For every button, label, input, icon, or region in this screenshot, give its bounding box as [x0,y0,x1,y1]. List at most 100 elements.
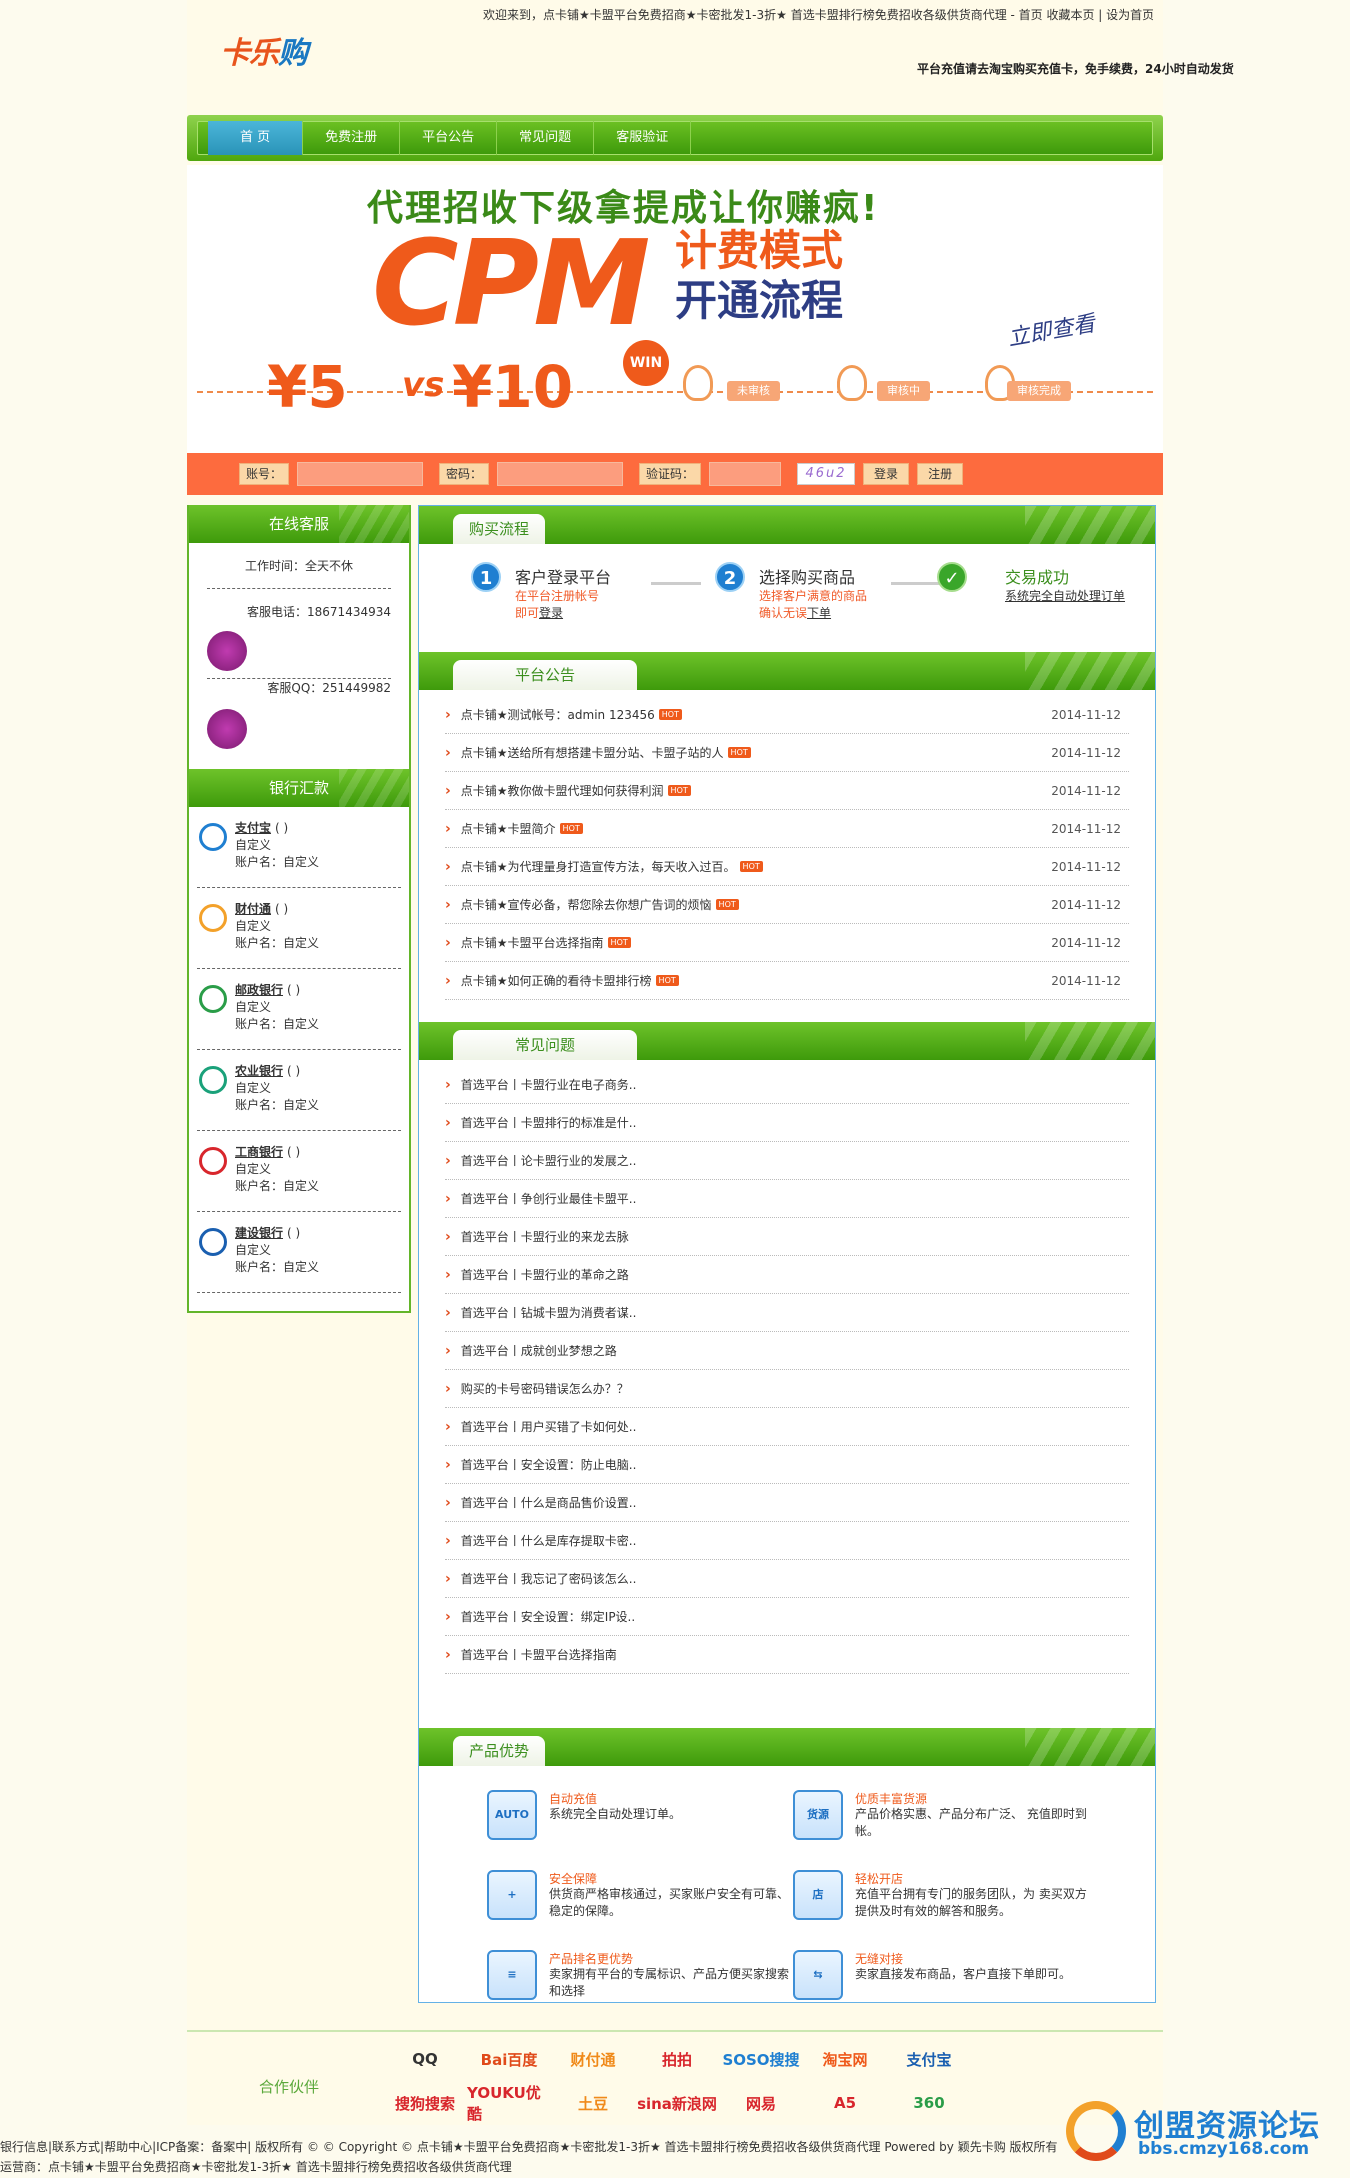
faq-row[interactable]: 首选平台丨争创行业最佳卡盟平.. [445,1180,1129,1218]
password-input[interactable] [497,462,624,486]
bank-name-link[interactable]: 建设银行 [235,1226,283,1240]
faq-row[interactable]: 首选平台丨安全设置：防止电脑.. [445,1446,1129,1484]
notice-row[interactable]: 点卡铺★教你做卡盟代理如何获得利润HOT 2014-11-12 [445,772,1129,810]
site-logo[interactable]: 卡乐购 [220,28,308,72]
partner-logo[interactable]: 拍拍 [635,2044,719,2074]
partner-logo[interactable]: QQ [383,2044,467,2074]
login-button[interactable]: 登录 [863,463,910,485]
nav-item[interactable]: 客服验证 [594,121,692,155]
faq-row[interactable]: 首选平台丨卡盟平台选择指南 [445,1636,1129,1674]
captcha-input[interactable] [709,462,782,486]
advantage-title: 优质丰富货源 [855,1792,928,1806]
partner-logo[interactable]: 360 [887,2088,971,2118]
faq-row[interactable]: 首选平台丨我忘记了密码该怎么.. [445,1560,1129,1598]
top-welcome-links[interactable]: 欢迎来到，点卡铺★卡盟平台免费招商★卡密批发1-3折★ 首选卡盟排行榜免费招收各… [483,6,1153,23]
bank-name[interactable]: 邮政银行 ( ) [235,981,300,998]
notice-title[interactable]: 点卡铺★如何正确的看待卡盟排行榜 [461,972,652,989]
partner-logo[interactable]: YOUKU优酷 [467,2084,551,2123]
faq-tab[interactable]: 常见问题 [453,1030,638,1060]
account-input[interactable] [297,462,424,486]
notice-title[interactable]: 点卡铺★卡盟简介 [461,820,556,837]
nav-item[interactable]: 常见问题 [497,121,595,155]
partner-logo[interactable]: sina新浪网 [635,2088,719,2118]
partner-logo[interactable]: 土豆 [551,2088,635,2118]
bank-name[interactable]: 建设银行 ( ) [235,1224,300,1241]
faq-row[interactable]: 首选平台丨卡盟行业在电子商务.. [445,1066,1129,1104]
captcha-image[interactable]: 46u2 [797,463,856,485]
partner-logo[interactable]: SOSO搜搜 [719,2044,803,2074]
bank-name-link[interactable]: 农业银行 [235,1064,283,1078]
faq-title[interactable]: 首选平台丨卡盟行业的革命之路 [461,1266,629,1283]
faq-title[interactable]: 首选平台丨争创行业最佳卡盟平.. [461,1190,637,1207]
partner-logo[interactable]: 支付宝 [887,2044,971,2074]
notice-row[interactable]: 点卡铺★宣传必备，帮您除去你想广告词的烦恼HOT 2014-11-12 [445,886,1129,924]
notice-row[interactable]: 点卡铺★送给所有想搭建卡盟分站、卡盟子站的人HOT 2014-11-12 [445,734,1129,772]
faq-title[interactable]: 首选平台丨卡盟行业的来龙去脉 [461,1228,629,1245]
bank-name-suffix: ( ) [275,821,289,835]
faq-title[interactable]: 首选平台丨卡盟平台选择指南 [461,1646,617,1663]
partner-logo[interactable]: Bai百度 [467,2044,551,2074]
partner-logo[interactable]: A5 [803,2088,887,2118]
notice-title[interactable]: 点卡铺★送给所有想搭建卡盟分站、卡盟子站的人 [461,744,724,761]
nav-item[interactable]: 首 页 [208,121,304,155]
faq-title[interactable]: 购买的卡号密码错误怎么办？？ [461,1380,629,1397]
notice-row[interactable]: 点卡铺★为代理量身打造宣传方法，每天收入过百。HOT 2014-11-12 [445,848,1129,886]
step-2-order-link[interactable]: 下单 [807,606,831,620]
partner-logo[interactable]: 搜狗搜索 [383,2088,467,2118]
faq-row[interactable]: 首选平台丨用户买错了卡如何处.. [445,1408,1129,1446]
faq-row[interactable]: 首选平台丨卡盟排行的标准是什.. [445,1104,1129,1142]
nav-item[interactable]: 平台公告 [400,121,498,155]
faq-title[interactable]: 首选平台丨我忘记了密码该怎么.. [461,1570,637,1587]
bank-name-link[interactable]: 工商银行 [235,1145,283,1159]
faq-title[interactable]: 首选平台丨什么是商品售价设置.. [461,1494,637,1511]
faq-row[interactable]: 首选平台丨安全设置：绑定IP设.. [445,1598,1129,1636]
partner-logo[interactable]: 淘宝网 [803,2044,887,2074]
faq-title[interactable]: 首选平台丨安全设置：防止电脑.. [461,1456,637,1473]
faq-row[interactable]: 首选平台丨什么是库存提取卡密.. [445,1522,1129,1560]
bank-name-link[interactable]: 邮政银行 [235,983,283,997]
partner-logo[interactable]: 财付通 [551,2044,635,2074]
bank-name-link[interactable]: 财付通 [235,902,271,916]
phone-icon[interactable] [207,631,247,671]
bank-name[interactable]: 支付宝 ( ) [235,819,288,836]
step-1-login-link[interactable]: 登录 [539,606,563,620]
faq-title[interactable]: 首选平台丨什么是库存提取卡密.. [461,1532,637,1549]
notice-title[interactable]: 点卡铺★教你做卡盟代理如何获得利润 [461,782,664,799]
banner-win-badge: WIN [623,340,669,386]
notice-title[interactable]: 点卡铺★测试帐号：admin 123456 [461,706,655,723]
bank-name[interactable]: 财付通 ( ) [235,900,288,917]
nav-item[interactable]: 免费注册 [303,121,401,155]
notice-row[interactable]: 点卡铺★卡盟简介HOT 2014-11-12 [445,810,1129,848]
bank-name-link[interactable]: 支付宝 [235,821,271,835]
page-wrapper: 卡乐购 欢迎来到，点卡铺★卡盟平台免费招商★卡密批发1-3折★ 首选卡盟排行榜免… [187,0,1234,2030]
faq-title[interactable]: 首选平台丨卡盟行业在电子商务.. [461,1076,637,1093]
faq-row[interactable]: 购买的卡号密码错误怎么办？？ [445,1370,1129,1408]
notice-title[interactable]: 点卡铺★宣传必备，帮您除去你想广告词的烦恼 [461,896,712,913]
faq-title[interactable]: 首选平台丨钻城卡盟为消费者谋.. [461,1304,637,1321]
notice-row[interactable]: 点卡铺★测试帐号：admin 123456HOT 2014-11-12 [445,696,1129,734]
promo-banner[interactable]: 代理招收下级拿提成让你赚疯! CPM 计费模式 开通流程 立即查看 ¥5 vs … [187,165,1163,453]
faq-title[interactable]: 首选平台丨论卡盟行业的发展之.. [461,1152,637,1169]
faq-row[interactable]: 首选平台丨什么是商品售价设置.. [445,1484,1129,1522]
advantage-title: 自动充值 [549,1792,598,1806]
bank-name[interactable]: 工商银行 ( ) [235,1143,300,1160]
notice-row[interactable]: 点卡铺★卡盟平台选择指南HOT 2014-11-12 [445,924,1129,962]
faq-row[interactable]: 首选平台丨钻城卡盟为消费者谋.. [445,1294,1129,1332]
faq-row[interactable]: 首选平台丨卡盟行业的来龙去脉 [445,1218,1129,1256]
banner-view-link[interactable]: 立即查看 [1005,306,1097,353]
faq-row[interactable]: 首选平台丨论卡盟行业的发展之.. [445,1142,1129,1180]
notice-title[interactable]: 点卡铺★卡盟平台选择指南 [461,934,604,951]
bank-name[interactable]: 农业银行 ( ) [235,1062,300,1079]
qq-icon[interactable] [207,709,247,749]
notice-row[interactable]: 点卡铺★如何正确的看待卡盟排行榜HOT 2014-11-12 [445,962,1129,1000]
notice-tab[interactable]: 平台公告 [453,660,638,690]
faq-row[interactable]: 首选平台丨成就创业梦想之路 [445,1332,1129,1370]
faq-row[interactable]: 首选平台丨卡盟行业的革命之路 [445,1256,1129,1294]
faq-title[interactable]: 首选平台丨成就创业梦想之路 [461,1342,617,1359]
faq-title[interactable]: 首选平台丨用户买错了卡如何处.. [461,1418,637,1435]
notice-title[interactable]: 点卡铺★为代理量身打造宣传方法，每天收入过百。 [461,858,736,875]
register-button[interactable]: 注册 [917,463,964,485]
faq-title[interactable]: 首选平台丨安全设置：绑定IP设.. [461,1608,635,1625]
faq-title[interactable]: 首选平台丨卡盟排行的标准是什.. [461,1114,637,1131]
partner-logo[interactable]: 网易 [719,2088,803,2118]
